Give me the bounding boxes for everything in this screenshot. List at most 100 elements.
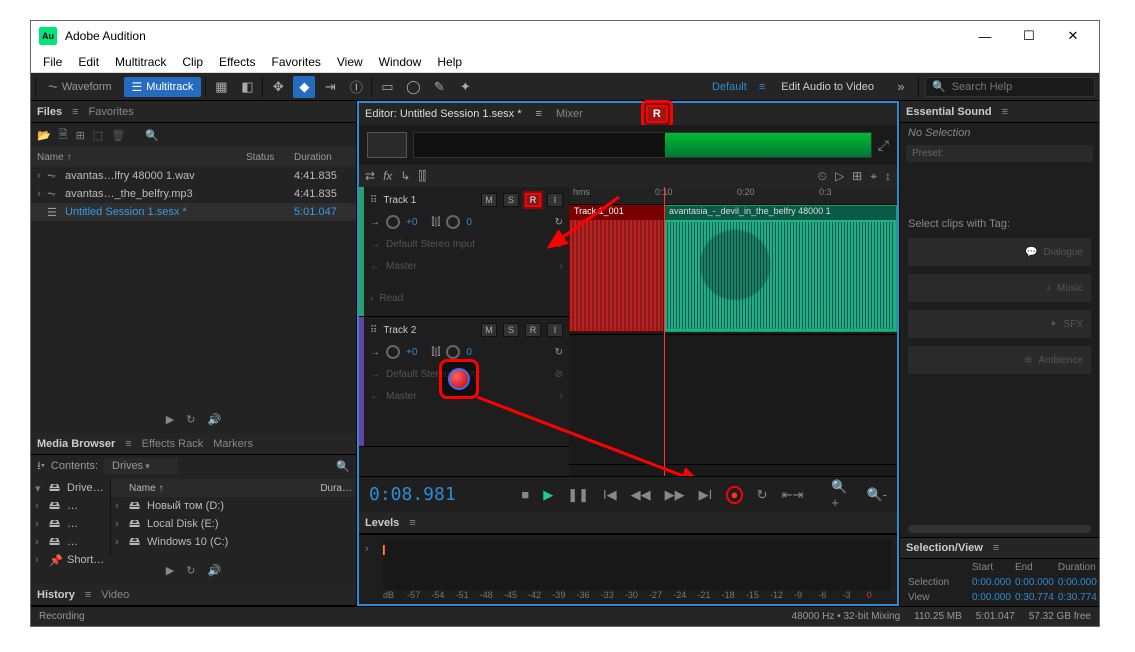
sv-view-end[interactable]: 0:30.774 bbox=[1015, 591, 1054, 604]
mute-button[interactable]: M bbox=[481, 323, 497, 337]
menu-view[interactable]: View bbox=[329, 53, 371, 71]
menu-favorites[interactable]: Favorites bbox=[264, 53, 329, 71]
shuffle-icon[interactable]: ⇄ bbox=[365, 169, 375, 183]
ripple-icon[interactable]: ↕ bbox=[885, 169, 891, 183]
drive-row[interactable]: ›🖴Новый том (D:) bbox=[111, 497, 356, 515]
track-output[interactable]: Master bbox=[386, 391, 417, 402]
levels-expand-icon[interactable]: › bbox=[365, 543, 369, 555]
menu-file[interactable]: File bbox=[35, 53, 70, 71]
arm-record-button[interactable]: R bbox=[525, 323, 541, 337]
arm-record-button[interactable]: R bbox=[525, 193, 541, 207]
timecode[interactable]: 0:08.981 bbox=[369, 484, 458, 505]
track-lane-2[interactable] bbox=[569, 335, 897, 465]
new-multitrack-icon[interactable]: ⊞ bbox=[76, 129, 85, 142]
metronome-icon[interactable]: ⏲ bbox=[818, 169, 827, 184]
es-scrollbar[interactable] bbox=[908, 525, 1091, 533]
menu-edit[interactable]: Edit bbox=[70, 53, 107, 71]
history-menu-icon[interactable]: ≡ bbox=[85, 589, 91, 601]
preview-loop-icon[interactable]: ↻ bbox=[186, 413, 195, 426]
tree-row[interactable]: ›🖴… bbox=[31, 515, 110, 533]
tag-sfx[interactable]: ✦SFX bbox=[908, 310, 1091, 338]
spectral-icon[interactable]: ◧ bbox=[236, 76, 258, 98]
mb-col-dura[interactable]: Dura… bbox=[320, 483, 352, 494]
razor-tool-icon[interactable]: ◆ bbox=[293, 76, 315, 98]
track-handle-icon[interactable]: ⠿ bbox=[370, 325, 377, 336]
file-row[interactable]: ☰ Untitled Session 1.sesx * 5:01.047 bbox=[31, 203, 356, 221]
tab-favorites[interactable]: Favorites bbox=[89, 106, 134, 118]
preview-play-icon[interactable]: ▶ bbox=[166, 413, 174, 426]
magnet-icon[interactable]: ⌖ bbox=[870, 169, 877, 184]
play-button[interactable]: ▶ bbox=[543, 487, 553, 503]
col-status[interactable]: Status bbox=[246, 152, 294, 163]
guide-link[interactable]: Edit Audio to Video bbox=[771, 81, 884, 93]
send-icon[interactable]: ↳ bbox=[400, 169, 410, 183]
track-automation-mode[interactable]: Read bbox=[379, 293, 403, 304]
drive-row[interactable]: ›🖴Local Disk (E:) bbox=[111, 515, 356, 533]
skip-selection-button[interactable]: ⇤⇥ bbox=[782, 487, 804, 503]
tab-media-browser[interactable]: Media Browser bbox=[37, 438, 115, 450]
mute-button[interactable]: M bbox=[481, 193, 497, 207]
tag-ambience[interactable]: ≋Ambience bbox=[908, 346, 1091, 374]
guide-more-icon[interactable]: » bbox=[890, 76, 912, 98]
time-ruler[interactable]: hms 0:10 0:20 0:3 bbox=[569, 187, 897, 205]
marquee-icon[interactable]: ▭ bbox=[376, 76, 398, 98]
mb-up-icon[interactable]: ⭳▾ bbox=[37, 457, 45, 476]
preview-autoplay-icon[interactable]: 🔊 bbox=[207, 413, 221, 426]
zoom-out-icon[interactable]: 🔍- bbox=[867, 487, 888, 503]
move-tool-icon[interactable]: ✥ bbox=[267, 76, 289, 98]
tag-music[interactable]: ♪Music bbox=[908, 274, 1091, 302]
track-header-1[interactable]: ⠿ Track 1 M S R I → +0 ⫿|⫿ bbox=[359, 187, 569, 317]
mb-col-name[interactable]: Name ↑ bbox=[129, 483, 316, 494]
mixer-tab[interactable]: Mixer bbox=[556, 108, 583, 120]
menu-clip[interactable]: Clip bbox=[174, 53, 211, 71]
sv-view-dur[interactable]: 0:30.774 bbox=[1058, 591, 1097, 604]
tree-row[interactable]: ›🖴… bbox=[31, 533, 110, 551]
pause-button[interactable]: ❚❚ bbox=[567, 487, 589, 503]
mb-menu-icon[interactable]: ≡ bbox=[125, 438, 131, 450]
editor-menu-icon[interactable]: ≡ bbox=[536, 108, 542, 120]
menu-help[interactable]: Help bbox=[429, 53, 470, 71]
snap-icon[interactable]: ▷ bbox=[835, 169, 844, 183]
mb-play-icon[interactable]: ▶ bbox=[166, 564, 174, 577]
mb-loop-icon[interactable]: ↻ bbox=[186, 564, 195, 577]
zoom-in-icon[interactable]: 🔍+ bbox=[831, 479, 852, 510]
levels-menu-icon[interactable]: ≡ bbox=[409, 517, 415, 529]
file-row[interactable]: ›⏦ avantas…lfry 48000 1.wav 4:41.835 bbox=[31, 167, 356, 185]
pan-knob[interactable] bbox=[446, 215, 460, 229]
goto-start-button[interactable]: I◀ bbox=[603, 487, 617, 503]
slip-tool-icon[interactable]: ⇥ bbox=[319, 76, 341, 98]
tab-essential-sound[interactable]: Essential Sound bbox=[906, 106, 992, 118]
rewind-button[interactable]: ◀◀ bbox=[631, 487, 651, 503]
file-row[interactable]: ›⏦ avantas…_the_belfry.mp3 4:41.835 bbox=[31, 185, 356, 203]
new-file-icon[interactable]: 🗎 bbox=[59, 126, 68, 145]
time-tool-icon[interactable]: Ⓘ bbox=[345, 76, 367, 98]
tag-dialogue[interactable]: 💬Dialogue bbox=[908, 238, 1091, 266]
files-search-icon[interactable]: 🔍 bbox=[145, 129, 159, 142]
window-maximize-button[interactable]: ☐ bbox=[1007, 22, 1051, 50]
import-icon[interactable]: ⬚ bbox=[93, 129, 103, 142]
col-duration[interactable]: Duration bbox=[294, 152, 350, 163]
lasso-icon[interactable]: ◯ bbox=[402, 76, 424, 98]
overview-navigator[interactable] bbox=[367, 132, 407, 158]
timeline-area[interactable]: hms 0:10 0:20 0:3 Track 1_001 avantasia_… bbox=[569, 187, 897, 476]
editor-tab[interactable]: Editor: Untitled Session 1.sesx * bbox=[365, 108, 522, 120]
grid-icon[interactable]: ⊞ bbox=[852, 169, 862, 183]
tab-selection-view[interactable]: Selection/View bbox=[906, 542, 983, 554]
audio-clip[interactable]: avantasia_-_devil_in_the_belfry 48000 1 bbox=[664, 205, 897, 332]
tab-effects-rack[interactable]: Effects Rack bbox=[142, 438, 204, 450]
recording-clip[interactable]: Track 1_001 bbox=[569, 205, 664, 332]
es-menu-icon[interactable]: ≡ bbox=[1002, 106, 1008, 118]
brush-icon[interactable]: ✎ bbox=[428, 76, 450, 98]
menu-window[interactable]: Window bbox=[371, 53, 430, 71]
sv-sel-start[interactable]: 0:00.000 bbox=[972, 576, 1011, 589]
files-menu-icon[interactable]: ≡ bbox=[72, 106, 78, 118]
open-file-icon[interactable]: 📂 bbox=[37, 129, 51, 142]
sv-menu-icon[interactable]: ≡ bbox=[993, 542, 999, 554]
view-waveform-button[interactable]: ⏦Waveform bbox=[40, 76, 120, 97]
tab-video[interactable]: Video bbox=[101, 589, 129, 601]
sv-view-start[interactable]: 0:00.000 bbox=[972, 591, 1011, 604]
es-preset[interactable]: Preset: bbox=[906, 145, 1093, 162]
pan-knob[interactable] bbox=[446, 345, 460, 359]
menu-effects[interactable]: Effects bbox=[211, 53, 263, 71]
goto-end-button[interactable]: ▶I bbox=[699, 487, 713, 503]
